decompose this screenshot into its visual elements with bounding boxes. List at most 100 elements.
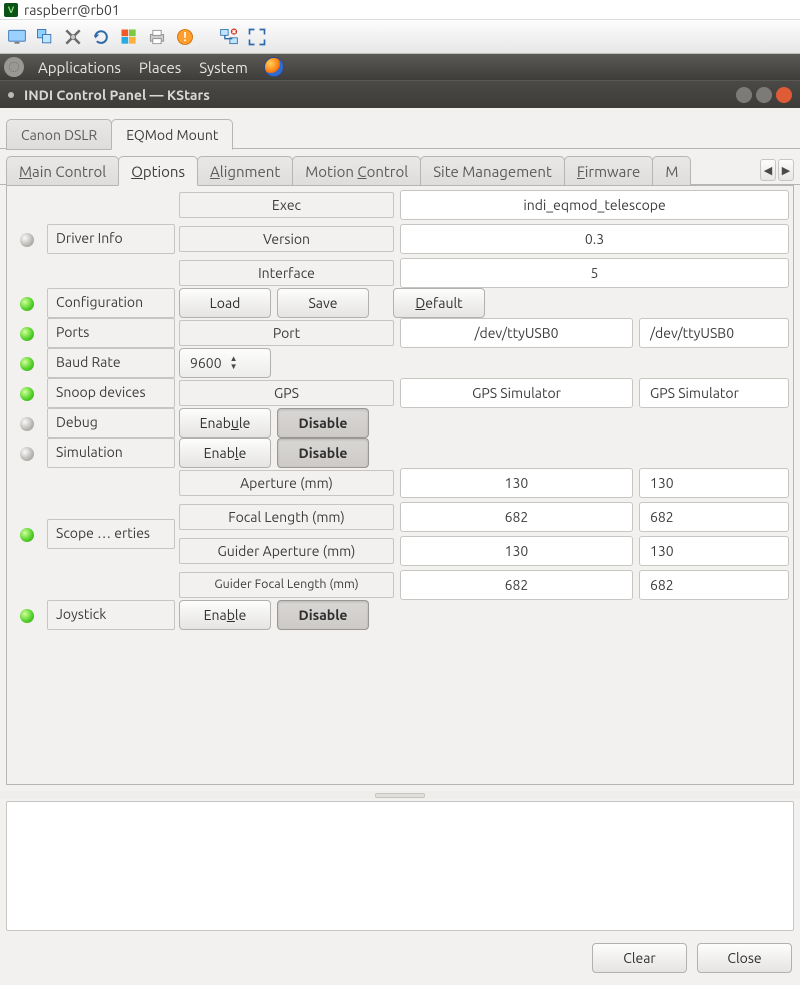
input-port[interactable]: /dev/ttyUSB0 <box>639 318 789 348</box>
btn-debug-enable[interactable]: Enabule <box>179 408 271 438</box>
label-simulation: Simulation <box>47 438 175 468</box>
device-tabs: Canon DSLR EQMod Mount <box>0 108 800 149</box>
led-joystick <box>20 609 34 623</box>
val-interface: 5 <box>400 258 789 288</box>
network-icon[interactable] <box>218 26 240 48</box>
led-scope <box>20 528 34 542</box>
remote-titlebar: V raspberr@rb01 <box>0 0 800 20</box>
label-joystick: Joystick <box>47 600 175 630</box>
btn-config-default[interactable]: Default <box>393 288 485 318</box>
firefox-icon[interactable] <box>264 57 284 77</box>
windows-stack-icon[interactable] <box>34 26 56 48</box>
led-configuration <box>20 297 34 311</box>
app-body: Canon DSLR EQMod Mount Main Control Opti… <box>0 108 800 985</box>
btn-clear[interactable]: Clear <box>592 943 687 973</box>
splitter-grip-icon <box>375 793 425 798</box>
dialog-footer: Clear Close <box>0 933 800 985</box>
log-area[interactable] <box>6 801 794 931</box>
led-simulation <box>20 447 34 461</box>
window-app-icon <box>8 92 14 98</box>
btn-config-save[interactable]: Save <box>277 288 369 318</box>
btn-close[interactable]: Close <box>697 943 792 973</box>
input-guider-aperture[interactable]: 130 <box>639 536 789 566</box>
gnome-menubar: ◌ Applications Places System <box>0 54 800 80</box>
val-guider-focal: 682 <box>400 570 633 600</box>
btn-joystick-enable[interactable]: Enable <box>179 600 271 630</box>
hdr-gps: GPS <box>179 380 394 406</box>
hdr-guider-aperture: Guider Aperture (mm) <box>179 538 394 564</box>
spin-baud-value: 9600 <box>190 355 222 371</box>
led-snoop <box>20 387 34 401</box>
tab-motion-control[interactable]: Motion Control <box>292 156 421 186</box>
menu-places[interactable]: Places <box>131 59 189 76</box>
label-baud: Baud Rate <box>47 348 175 378</box>
label-scope: Scope … erties <box>47 519 175 549</box>
hdr-focal: Focal Length (mm) <box>179 504 394 530</box>
section-tabs: Main Control Options Alignment Motion Co… <box>0 149 800 185</box>
tab-canon-dslr[interactable]: Canon DSLR <box>6 119 112 150</box>
val-exec: indi_eqmod_telescope <box>400 190 789 220</box>
hdr-exec: Exec <box>179 192 394 218</box>
window-title: INDI Control Panel — KStars <box>24 87 210 103</box>
window-maximize[interactable] <box>756 87 772 103</box>
tab-firmware[interactable]: Firmware <box>564 156 653 186</box>
remote-title: raspberr@rb01 <box>24 2 120 18</box>
vnc-icon: V <box>4 3 18 17</box>
btn-sim-disable[interactable]: Disable <box>277 438 369 468</box>
input-gps[interactable]: GPS Simulator <box>639 378 789 408</box>
menu-applications[interactable]: Applications <box>30 59 129 76</box>
tab-eqmod-mount[interactable]: EQMod Mount <box>111 119 233 150</box>
val-gps: GPS Simulator <box>400 378 633 408</box>
input-guider-focal[interactable]: 682 <box>639 570 789 600</box>
label-configuration: Configuration <box>47 288 175 318</box>
led-driver-info <box>20 233 34 247</box>
btn-config-load[interactable]: Load <box>179 288 271 318</box>
tab-options[interactable]: Options <box>118 156 198 186</box>
warning-icon[interactable] <box>174 26 196 48</box>
splitter[interactable] <box>0 791 800 799</box>
btn-joystick-disable[interactable]: Disable <box>277 600 369 630</box>
settings-cross-icon[interactable] <box>62 26 84 48</box>
tab-main-control[interactable]: Main Control <box>6 156 119 186</box>
printer-icon[interactable] <box>146 26 168 48</box>
tab-more[interactable]: M <box>652 156 691 186</box>
tabs-scroll-left[interactable]: ◀ <box>760 159 776 181</box>
windows-flag-icon[interactable] <box>118 26 140 48</box>
tab-site-management[interactable]: Site Management <box>420 156 565 186</box>
ubuntu-logo-icon[interactable]: ◌ <box>4 57 24 77</box>
input-aperture[interactable]: 130 <box>639 468 789 498</box>
led-debug <box>20 417 34 431</box>
hdr-version: Version <box>179 226 394 252</box>
label-driver-info: Driver Info <box>47 224 175 254</box>
tabs-scroll-right[interactable]: ▶ <box>778 159 794 181</box>
property-panel[interactable]: Driver Info Exec indi_eqmod_telescope Ve… <box>6 185 794 785</box>
val-port: /dev/ttyUSB0 <box>400 318 633 348</box>
refresh-icon[interactable] <box>90 26 112 48</box>
val-guider-aperture: 130 <box>400 536 633 566</box>
window-close[interactable] <box>776 87 792 103</box>
menu-system[interactable]: System <box>191 59 256 76</box>
window-minimize[interactable] <box>736 87 752 103</box>
val-aperture: 130 <box>400 468 633 498</box>
tray-toolbar <box>0 20 800 54</box>
hdr-port: Port <box>179 320 394 346</box>
val-version: 0.3 <box>400 224 789 254</box>
hdr-guider-focal: Guider Focal Length (mm) <box>179 572 394 598</box>
spin-baud[interactable]: 9600 ▲▼ <box>179 348 271 378</box>
input-focal[interactable]: 682 <box>639 502 789 532</box>
label-snoop: Snoop devices <box>47 378 175 408</box>
btn-sim-enable[interactable]: Enable <box>179 438 271 468</box>
label-ports: Ports <box>47 318 175 348</box>
fullscreen-icon[interactable] <box>246 26 268 48</box>
label-debug: Debug <box>47 408 175 438</box>
val-focal: 682 <box>400 502 633 532</box>
spin-arrows-icon[interactable]: ▲▼ <box>230 355 238 371</box>
led-ports <box>20 327 34 341</box>
led-baud <box>20 357 34 371</box>
btn-debug-disable[interactable]: Disable <box>277 408 369 438</box>
hdr-interface: Interface <box>179 260 394 286</box>
window-titlebar: INDI Control Panel — KStars <box>0 80 800 108</box>
monitor-icon[interactable] <box>6 26 28 48</box>
tab-alignment[interactable]: Alignment <box>197 156 293 186</box>
hdr-aperture: Aperture (mm) <box>179 470 394 496</box>
